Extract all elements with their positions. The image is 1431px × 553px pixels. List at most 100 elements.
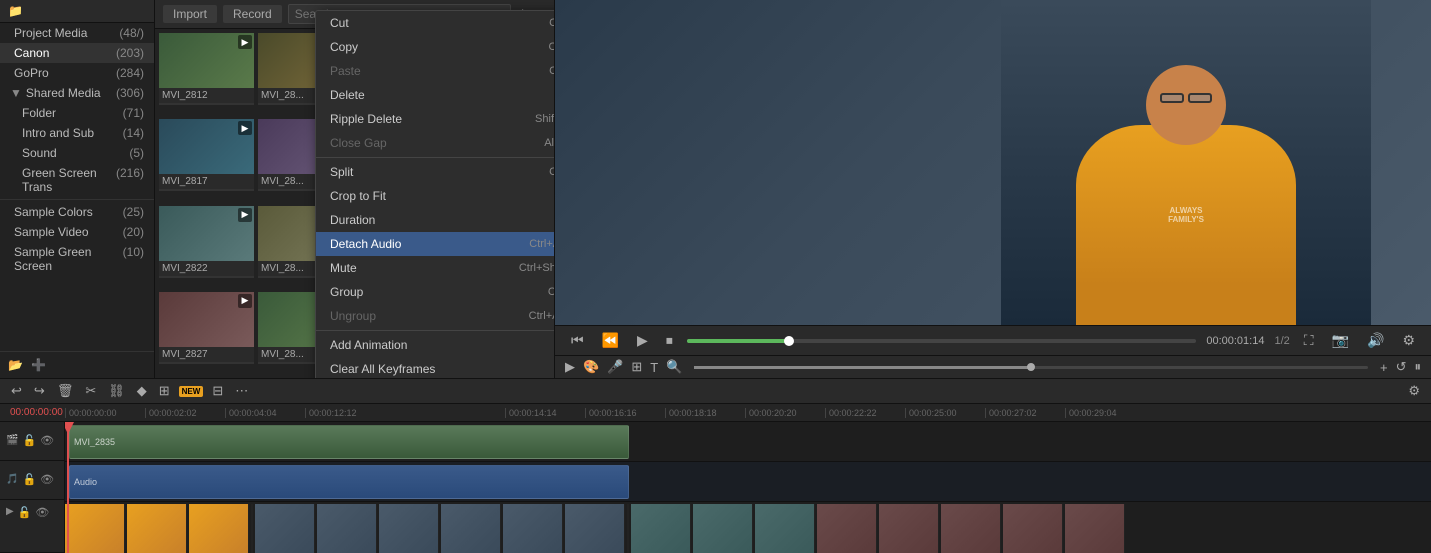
add-folder-icon[interactable]: 📂 [8, 358, 23, 372]
strip-frame[interactable] [317, 504, 377, 553]
ctx-crop-to-fit[interactable]: Crop to Fit [316, 184, 555, 208]
ctx-add-animation[interactable]: Add Animation [316, 333, 555, 357]
ctx-detach-audio[interactable]: Detach Audio Ctrl+Alt+D [316, 232, 555, 256]
progress-bar[interactable] [687, 339, 1197, 343]
delete-clip-button[interactable]: 🗑 [54, 382, 77, 400]
sidebar-item-canon[interactable]: Canon (203) [0, 43, 154, 63]
sidebar-item-gopro[interactable]: GoPro (284) [0, 63, 154, 83]
clip-gap [251, 504, 253, 553]
lock-main-icon[interactable]: 🔓 [18, 506, 32, 519]
list-item[interactable]: MVI_2812 ▶ [159, 33, 254, 105]
rewind-to-start-button[interactable]: ⏮ [567, 330, 588, 351]
ctx-cut[interactable]: Cut Ctrl+X [316, 11, 555, 35]
strip-frame[interactable] [503, 504, 563, 553]
strip-frame[interactable] [1003, 504, 1063, 553]
strip-frame[interactable] [631, 504, 691, 553]
strip-frame[interactable] [441, 504, 501, 553]
strip-frame[interactable] [379, 504, 439, 553]
step-back-button[interactable]: ⏪ [598, 330, 623, 351]
video-frame: ALWAYSFamily's [555, 0, 1431, 325]
page-indicator: 1/2 [1274, 335, 1289, 347]
zoom-out-button[interactable]: 🔍 [666, 359, 682, 375]
sidebar-item-sample-colors[interactable]: Sample Colors (25) [0, 202, 154, 222]
ruler-marks: 00:00:00:00 00:00:02:02 00:00:04:04 00:0… [65, 408, 1145, 418]
redo-button[interactable]: ↪ [31, 382, 48, 400]
sidebar-item-sample-video[interactable]: Sample Video (20) [0, 222, 154, 242]
sidebar-item-green-screen-trans[interactable]: Green Screen Trans (216) [0, 163, 154, 197]
eye-icon[interactable]: 👁 [40, 434, 54, 447]
ruler-mark: 00:00:04:04 [225, 408, 305, 418]
strip-frame[interactable] [189, 504, 249, 553]
list-item[interactable]: MVI_2827 ▶ [159, 292, 254, 364]
track-video-overlay: MVI_2835 [65, 422, 1431, 462]
trim-button[interactable]: ⊞ [156, 382, 173, 400]
eye-main-icon[interactable]: 👁 [35, 506, 49, 519]
eye-icon-audio[interactable]: 👁 [40, 473, 54, 486]
strip-frame[interactable] [565, 504, 625, 553]
strip-frame[interactable] [941, 504, 1001, 553]
strip-frame[interactable] [755, 504, 815, 553]
marker-button[interactable]: ◆ [134, 382, 150, 400]
ctx-mute[interactable]: Mute Ctrl+Shift+M [316, 256, 555, 280]
pause-preview-button[interactable]: ⏸ [1415, 359, 1422, 375]
snapshot-button[interactable]: 📷 [1328, 330, 1353, 351]
strip-frame[interactable] [817, 504, 877, 553]
track-label-main-video: ▶ 🔓 👁 [0, 500, 64, 553]
lock-icon-audio[interactable]: 🔓 [22, 473, 36, 486]
play-original-button[interactable]: ▶ [565, 359, 575, 375]
add-icon[interactable]: ➕ [31, 358, 46, 372]
overlay-button[interactable]: ⊞ [631, 359, 642, 375]
split-button[interactable]: ⊟ [209, 382, 226, 400]
context-menu: Cut Ctrl+X Copy Ctrl+C Paste Ctrl+V Dele… [315, 10, 555, 378]
record-button[interactable]: Record [223, 5, 282, 23]
play-button[interactable]: ▶ [633, 330, 652, 351]
more-button[interactable]: ⋯ [232, 382, 251, 400]
sidebar-item-intro-sub[interactable]: Intro and Sub (14) [0, 123, 154, 143]
sidebar-item-project-media[interactable]: Project Media (48/) [0, 23, 154, 43]
clip-audio[interactable]: Audio [69, 465, 629, 499]
audio-button[interactable]: 🎤 [607, 359, 623, 375]
undo-button[interactable]: ↩ [8, 382, 25, 400]
list-item[interactable]: MVI_2822 ▶ [159, 206, 254, 278]
strip-frame[interactable] [693, 504, 753, 553]
main-area: 📁 Project Media (48/) Canon (203) GoPro … [0, 0, 1431, 378]
sidebar-item-sound-effect[interactable]: Sound (5) [0, 143, 154, 163]
ctx-paste: Paste Ctrl+V [316, 59, 555, 83]
zoom-in-button[interactable]: + [1380, 360, 1388, 375]
list-item[interactable]: MVI_2817 ▶ [159, 119, 254, 191]
volume-button[interactable]: 🔊 [1363, 330, 1388, 351]
timeline-settings-button[interactable]: ⚙ [1405, 382, 1423, 400]
ctx-split[interactable]: Split Ctrl+B [316, 160, 555, 184]
sidebar-item-folder[interactable]: Folder (71) [0, 103, 154, 123]
strip-frame[interactable] [65, 504, 125, 553]
effects-button[interactable]: 🎨 [583, 359, 599, 375]
import-button[interactable]: Import [163, 5, 217, 23]
ctx-delete[interactable]: Delete Del [316, 83, 555, 107]
sidebar-item-sample-green-screen[interactable]: Sample Green Screen (10) [0, 242, 154, 276]
clip-video[interactable]: MVI_2835 [69, 425, 629, 459]
strip-frame[interactable] [879, 504, 939, 553]
ctx-clear-keyframes[interactable]: Clear All Keyframes [316, 357, 555, 378]
lock-icon[interactable]: 🔓 [22, 434, 36, 447]
ctx-ripple-delete[interactable]: Ripple Delete Shift+Del [316, 107, 555, 131]
settings-button[interactable]: ⚙ [1398, 330, 1419, 351]
chain-button[interactable]: ⛓ [105, 382, 128, 400]
track-content: MVI_2835 Audio [65, 422, 1431, 553]
fullscreen-button[interactable]: ⛶ [1300, 330, 1318, 351]
reset-button[interactable]: ↺ [1396, 359, 1407, 375]
strip-frame[interactable] [127, 504, 187, 553]
scissors-button[interactable]: ✂ [82, 382, 99, 400]
strip-frame[interactable] [1065, 504, 1125, 553]
ctx-ungroup: Ungroup Ctrl+Alt+G [316, 304, 555, 328]
subtitle-button[interactable]: T [650, 360, 658, 375]
sidebar-item-shared-media[interactable]: ▼ Shared Media (306) [0, 83, 154, 103]
ruler-mark: 00:00:18:18 [665, 408, 745, 418]
ctx-copy[interactable]: Copy Ctrl+C [316, 35, 555, 59]
video-track-icon: 🎬 [6, 435, 18, 446]
ctx-group[interactable]: Group Ctrl+G [316, 280, 555, 304]
strip-frame[interactable] [255, 504, 315, 553]
stop-button[interactable]: ⏹ [662, 330, 677, 351]
ctx-duration[interactable]: Duration [316, 208, 555, 232]
timeline-toolbar: ↩ ↪ 🗑 ✂ ⛓ ◆ ⊞ NEW ⊟ ⋯ ⚙ [0, 379, 1431, 404]
progress-handle[interactable] [784, 336, 794, 346]
